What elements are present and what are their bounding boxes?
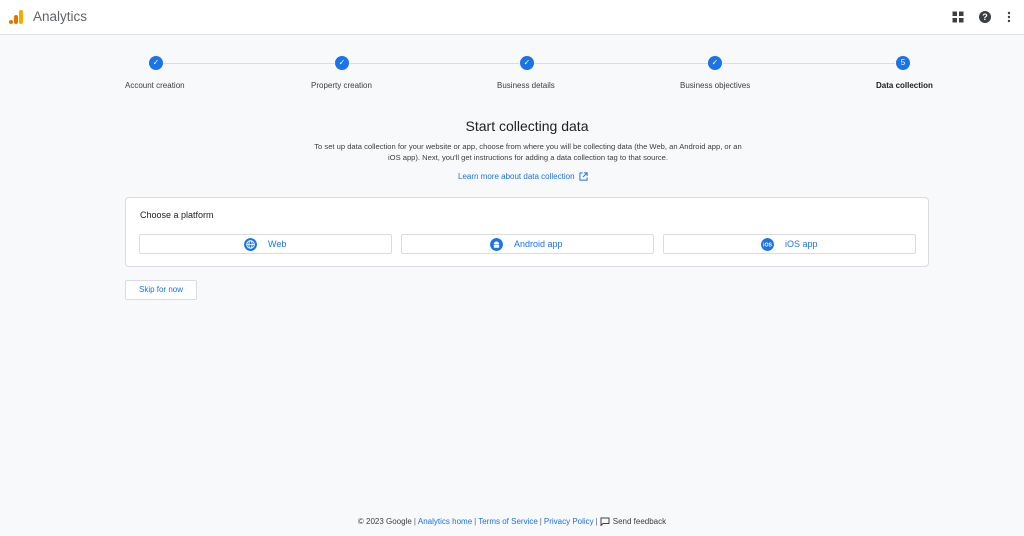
learn-more-link[interactable]: Learn more about data collection (458, 172, 588, 181)
page-description: To set up data collection for your websi… (314, 142, 742, 162)
step-label: Business objectives (680, 81, 751, 90)
learn-more-label: Learn more about data collection (458, 172, 575, 181)
platform-label: Web (268, 239, 287, 249)
feedback-icon (600, 517, 610, 527)
step-connector (723, 63, 895, 64)
ios-icon: iOS (761, 238, 774, 251)
globe-icon (244, 238, 257, 251)
send-feedback-label: Send feedback (612, 517, 667, 526)
help-icon[interactable]: ? (978, 10, 992, 24)
ios-platform-button[interactable]: iOS iOS app (663, 234, 916, 254)
app-title: Analytics (33, 9, 88, 24)
svg-text:?: ? (982, 12, 988, 22)
check-icon: ✓ (520, 56, 534, 70)
step-number-badge: 5 (896, 56, 910, 70)
check-icon: ✓ (335, 56, 349, 70)
check-icon: ✓ (708, 56, 722, 70)
terms-of-service-link[interactable]: Terms of Service (478, 517, 538, 526)
setup-stepper: ✓ Account creation ✓ Property creation ✓… (0, 55, 1024, 95)
platform-card: Choose a platform Web Android app iOS iO… (125, 197, 929, 267)
analytics-logo[interactable] (8, 9, 24, 25)
step-connector (163, 63, 334, 64)
android-icon (490, 238, 503, 251)
privacy-policy-link[interactable]: Privacy Policy (544, 517, 594, 526)
platform-label: iOS app (785, 239, 818, 249)
apps-grid-icon[interactable] (951, 10, 965, 24)
platform-label: Android app (514, 239, 563, 249)
step-label: Data collection (876, 81, 933, 90)
step-connector (534, 63, 708, 64)
card-title: Choose a platform (140, 210, 214, 220)
more-vert-icon[interactable] (1002, 10, 1016, 24)
skip-for-now-button[interactable]: Skip for now (125, 280, 197, 300)
android-platform-button[interactable]: Android app (401, 234, 654, 254)
step-connector (349, 63, 519, 64)
analytics-home-link[interactable]: Analytics home (418, 517, 472, 526)
svg-text:iOS: iOS (763, 243, 772, 249)
web-platform-button[interactable]: Web (139, 234, 392, 254)
page-title: Start collecting data (465, 118, 589, 134)
page-footer: © 2023 Google | Analytics home | Terms of Se… (357, 517, 667, 527)
copyright-text: © 2023 Google (357, 517, 412, 526)
open-in-new-icon (578, 172, 588, 181)
step-label: Property creation (311, 81, 372, 90)
step-label: Account creation (125, 81, 185, 90)
top-app-bar: Analytics ? (0, 0, 1024, 35)
step-label: Business details (497, 81, 555, 90)
send-feedback-link[interactable]: Send feedback (600, 517, 667, 527)
check-icon: ✓ (149, 56, 163, 70)
